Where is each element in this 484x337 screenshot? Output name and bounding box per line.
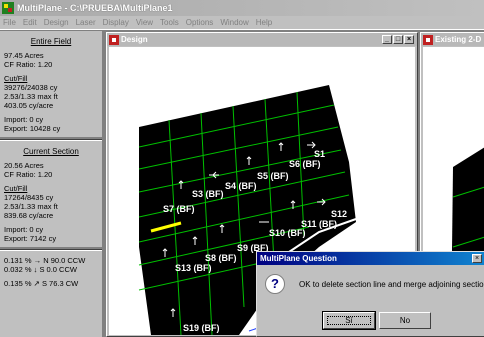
current-acres: 20.56 Acres	[4, 161, 44, 170]
yes-button[interactable]: Sí	[322, 311, 376, 330]
no-button[interactable]: No	[379, 312, 431, 329]
current-import: Import: 0 cy	[4, 225, 44, 234]
app-titlebar: MultiPlane - C:\PRUEBA\MultiPlane1	[0, 0, 484, 16]
existing-window-titlebar[interactable]: Existing 2-D	[421, 33, 484, 46]
menu-options[interactable]: Options	[186, 18, 214, 27]
question-dialog: MultiPlane Question × ? OK to delete sec…	[256, 251, 484, 337]
dialog-title: MultiPlane Question	[260, 254, 337, 263]
window-app-icon	[109, 34, 119, 45]
design-window-title: Design	[121, 35, 148, 44]
current-cf-ratio: CF Ratio: 1.20	[4, 170, 53, 179]
section-label-s4: S4 (BF)	[225, 181, 257, 191]
menu-help[interactable]: Help	[256, 18, 272, 27]
section-label-s10: S10 (BF)	[269, 228, 306, 238]
section-label-s3: S3 (BF)	[192, 189, 224, 199]
design-window-titlebar[interactable]: Design	[107, 33, 417, 46]
section-label-s19: S19 (BF)	[183, 323, 220, 333]
menu-window[interactable]: Window	[220, 18, 248, 27]
section-label-s6: S6 (BF)	[289, 159, 321, 169]
menu-design[interactable]: Design	[44, 18, 69, 27]
app-icon	[2, 2, 14, 14]
dialog-close-button[interactable]: ×	[472, 254, 482, 263]
entire-acres: 97.45 Acres	[4, 51, 44, 60]
question-icon: ?	[265, 274, 285, 294]
existing-window-title: Existing 2-D	[435, 35, 482, 44]
section-label-s12: S12	[331, 209, 347, 219]
section-label-s1: S1	[314, 149, 325, 159]
current-max-ft: 2.53/1.33 max ft	[4, 202, 58, 211]
info-panel: Entire Field 97.45 Acres CF Ratio: 1.20 …	[0, 31, 104, 337]
design-window-controls: _ □ ×	[382, 35, 414, 44]
entire-cf-ratio: CF Ratio: 1.20	[4, 60, 53, 69]
section-label-s8: S8 (BF)	[205, 253, 237, 263]
section-label-s13: S13 (BF)	[175, 263, 212, 273]
panel-divider	[0, 137, 102, 141]
app-title: MultiPlane - C:\PRUEBA\MultiPlane1	[17, 3, 173, 13]
menu-view[interactable]: View	[136, 18, 153, 27]
menu-bar: File Edit Design Laser Display View Tool…	[0, 16, 484, 30]
entire-cutfill-label: Cut/Fill	[4, 74, 28, 83]
current-cy: 17264/8435 cy	[4, 193, 54, 202]
window-app-icon-2	[423, 34, 433, 45]
slope-secondary: 0.032 % ↓ S 0.0 CCW	[4, 265, 77, 274]
menu-display[interactable]: Display	[103, 18, 129, 27]
restore-button[interactable]: □	[393, 35, 403, 44]
slope-resultant: 0.135 % ↗ S 76.3 CW	[4, 279, 79, 288]
menu-laser[interactable]: Laser	[76, 18, 96, 27]
current-cutfill-label: Cut/Fill	[4, 184, 28, 193]
close-button[interactable]: ×	[404, 35, 414, 44]
dialog-titlebar[interactable]: MultiPlane Question	[257, 252, 484, 265]
minimize-button[interactable]: _	[382, 35, 392, 44]
menu-tools[interactable]: Tools	[160, 18, 179, 27]
current-cy-acre: 839.68 cy/acre	[4, 211, 54, 220]
entire-cy-acre: 403.05 cy/acre	[4, 101, 54, 110]
entire-import: Import: 0 cy	[4, 115, 44, 124]
slope-primary: 0.131 % → N 90.0 CCW	[4, 256, 86, 265]
entire-cy: 39276/24038 cy	[4, 83, 58, 92]
entire-export: Export: 10428 cy	[4, 124, 61, 133]
section-label-s11: S11 (BF)	[301, 219, 337, 229]
menu-file[interactable]: File	[3, 18, 16, 27]
entire-max-ft: 2.53/1.33 max ft	[4, 92, 58, 101]
current-section-heading: Current Section	[23, 147, 79, 156]
dialog-message: OK to delete section line and merge adjo…	[299, 280, 484, 289]
section-label-s5: S5 (BF)	[257, 171, 289, 181]
current-export: Export: 7142 cy	[4, 234, 57, 243]
entire-field-heading: Entire Field	[30, 37, 72, 46]
menu-edit[interactable]: Edit	[23, 18, 37, 27]
section-label-s7: S7 (BF)	[163, 204, 195, 214]
